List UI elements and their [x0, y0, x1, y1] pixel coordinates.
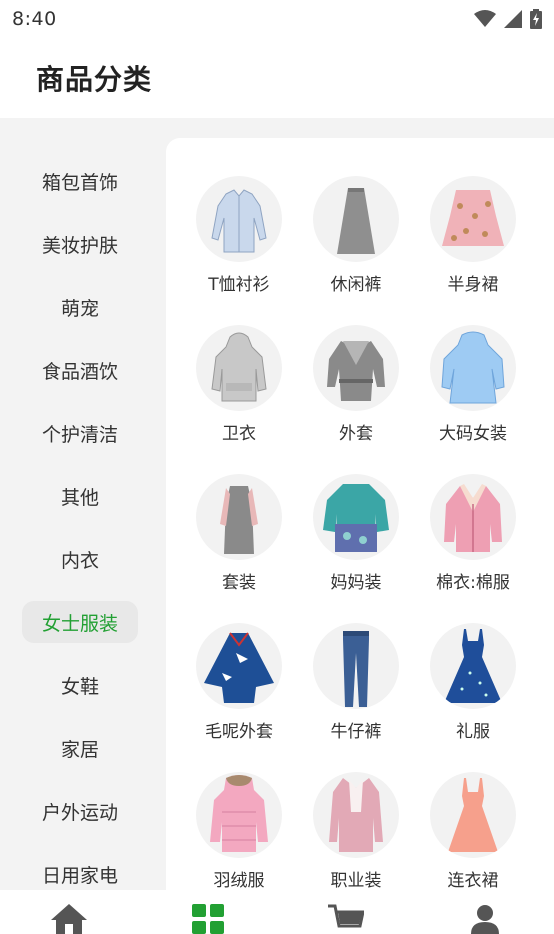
category-skirt[interactable]: 半身裙: [418, 176, 528, 306]
blue-cape-image: [196, 623, 282, 709]
category-label: 羽绒服: [213, 871, 265, 890]
status-time: 8:40: [12, 8, 57, 30]
category-dress[interactable]: 连衣裙: [418, 772, 528, 890]
category-label: 职业装: [330, 871, 382, 890]
category-label: 外套: [339, 424, 373, 444]
sidebar-item-label: 美妆护肤: [41, 234, 118, 257]
cart-icon: [328, 904, 365, 928]
category-label: T恤衬衫: [208, 275, 270, 295]
status-bar: 8:40: [0, 0, 554, 38]
category-label: 卫衣: [222, 424, 256, 444]
category-mom-wear[interactable]: 妈妈装: [301, 474, 411, 604]
signal-icon: [504, 10, 522, 28]
sidebar-item-label: 个护清洁: [41, 423, 118, 446]
shirt-image: [196, 176, 282, 262]
category-plus-size[interactable]: 大码女装: [418, 325, 528, 455]
sidebar-item-label: 其他: [60, 486, 99, 509]
sidebar-item-womens-shoes[interactable]: 女鞋: [0, 664, 160, 706]
sidebar-item-label: 萌宠: [60, 297, 99, 320]
battery-charging-icon: [530, 9, 542, 29]
category-wool-coat[interactable]: 毛呢外套: [184, 623, 294, 753]
nav-cart[interactable]: [277, 890, 416, 934]
sidebar-item-label: 食品酒饮: [41, 360, 118, 383]
category-label: 毛呢外套: [205, 722, 273, 742]
category-label: 套装: [222, 573, 256, 593]
coat-gray-image: [313, 325, 399, 411]
sidebar-item-home[interactable]: 家居: [0, 727, 160, 769]
page-title: 商品分类: [36, 63, 153, 96]
nav-profile[interactable]: [416, 890, 554, 934]
sidebar-item-food-drinks[interactable]: 食品酒饮: [0, 349, 160, 391]
dress-set-image: [196, 474, 282, 560]
nav-home[interactable]: [0, 890, 139, 934]
sidebar-item-pets[interactable]: 萌宠: [0, 286, 160, 328]
sidebar-item-womens-clothing[interactable]: 女士服装: [22, 601, 138, 643]
sidebar-item-beauty[interactable]: 美妆护肤: [0, 223, 160, 265]
sidebar-item-appliances[interactable]: 日用家电: [0, 853, 160, 890]
sidebar-item-label: 箱包首饰: [41, 171, 118, 194]
category-gown[interactable]: 礼服: [418, 623, 528, 753]
pink-jacket-image: [430, 474, 516, 560]
category-workwear[interactable]: 职业装: [301, 772, 411, 890]
category-coat[interactable]: 外套: [301, 325, 411, 455]
sidebar-item-label: 女鞋: [60, 675, 99, 698]
category-label: 大码女装: [439, 424, 507, 444]
category-sidebar: 箱包首饰 美妆护肤 萌宠 食品酒饮 个护清洁 其他 内衣 女士服装 女鞋 家居 …: [0, 118, 166, 890]
sidebar-item-label: 内衣: [60, 549, 99, 572]
bottom-nav: [0, 890, 554, 934]
category-jeans[interactable]: 牛仔裤: [301, 623, 411, 753]
home-icon: [51, 904, 88, 934]
category-label: 礼服: [456, 722, 490, 742]
status-icons: [474, 9, 542, 29]
category-label: 半身裙: [447, 275, 499, 295]
sidebar-item-label: 户外运动: [41, 801, 118, 824]
grid-icon: [191, 904, 224, 934]
sidebar-item-label: 家居: [60, 738, 99, 761]
category-label: 棉衣:棉服: [436, 573, 510, 593]
sidebar-item-other[interactable]: 其他: [0, 475, 160, 517]
content-area: 箱包首饰 美妆护肤 萌宠 食品酒饮 个护清洁 其他 内衣 女士服装 女鞋 家居 …: [0, 118, 554, 890]
nav-category[interactable]: [139, 890, 278, 934]
sidebar-item-outdoor-sports[interactable]: 户外运动: [0, 790, 160, 832]
subcategory-panel: T恤衬衫 休闲裤 半身裙 卫衣 外套 大码女装 套装 妈妈装 棉衣:棉服 毛呢外…: [166, 138, 554, 890]
blazer-image: [313, 772, 399, 858]
category-label: 妈妈装: [330, 573, 382, 593]
category-casual-pants[interactable]: 休闲裤: [301, 176, 411, 306]
sidebar-item-underwear[interactable]: 内衣: [0, 538, 160, 580]
category-suit-set[interactable]: 套装: [184, 474, 294, 604]
teal-blouse-image: [313, 474, 399, 560]
category-label: 牛仔裤: [330, 722, 382, 742]
pink-down-jacket-image: [196, 772, 282, 858]
page-header: 商品分类: [0, 38, 554, 118]
category-label: 休闲裤: [330, 275, 382, 295]
user-icon: [470, 905, 499, 934]
floral-skirt-image: [430, 176, 516, 262]
wifi-icon: [474, 10, 496, 27]
sidebar-item-label: 日用家电: [41, 864, 118, 887]
sidebar-item-label: 女士服装: [41, 612, 118, 635]
category-hoodie[interactable]: 卫衣: [184, 325, 294, 455]
jeans-image: [313, 623, 399, 709]
category-tshirt-shirt[interactable]: T恤衬衫: [184, 176, 294, 306]
evening-dress-image: [430, 623, 516, 709]
hoodie-image: [196, 325, 282, 411]
blue-top-image: [430, 325, 516, 411]
sidebar-item-bags-jewelry[interactable]: 箱包首饰: [0, 160, 160, 202]
skirt-gray-image: [313, 176, 399, 262]
category-label: 连衣裙: [447, 871, 499, 890]
category-down-jacket[interactable]: 羽绒服: [184, 772, 294, 890]
category-cotton-padded[interactable]: 棉衣:棉服: [418, 474, 528, 604]
peach-dress-image: [430, 772, 516, 858]
sidebar-item-personal-care[interactable]: 个护清洁: [0, 412, 160, 454]
